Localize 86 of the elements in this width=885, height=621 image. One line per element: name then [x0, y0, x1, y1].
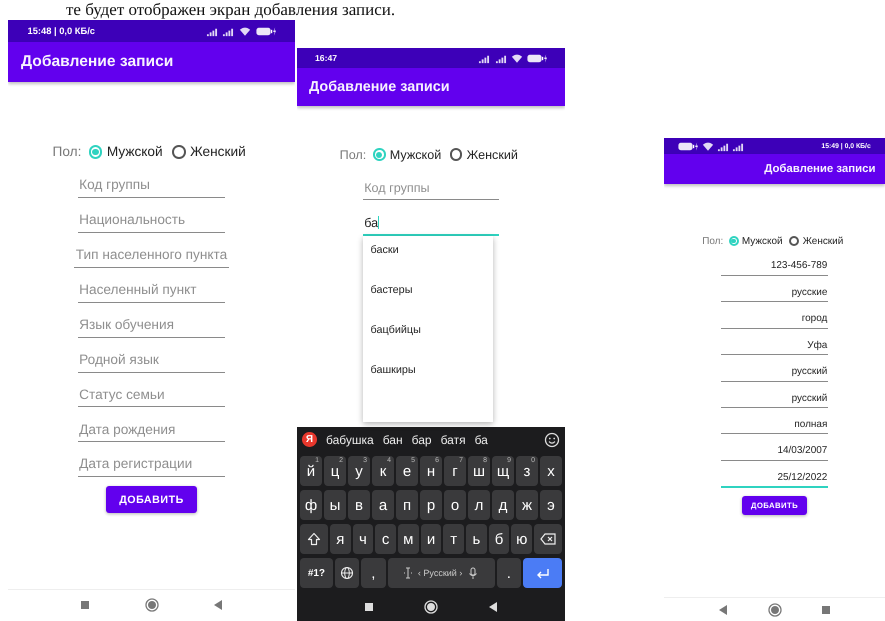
- word-suggestion[interactable]: бар: [412, 432, 432, 447]
- radio-button[interactable]: [372, 148, 386, 161]
- dropdown-item[interactable]: бацбийцы: [362, 316, 493, 356]
- keyboard-key[interactable]: ч: [352, 524, 374, 554]
- keyboard-key[interactable]: л: [468, 490, 490, 520]
- input-field[interactable]: русский: [720, 390, 828, 408]
- keyboard-key[interactable]: ь: [466, 524, 487, 554]
- input-field[interactable]: полная: [720, 416, 828, 434]
- battery-icon: [678, 142, 698, 151]
- field-label: Пол:: [52, 144, 82, 160]
- battery-icon: [256, 26, 276, 36]
- radio-button[interactable]: [789, 236, 800, 246]
- input-field[interactable]: 123-456-789: [720, 257, 828, 276]
- keyboard-key[interactable]: э: [540, 490, 562, 520]
- recents-square-icon[interactable]: [364, 602, 374, 612]
- backspace-key[interactable]: [534, 524, 562, 554]
- backspace-icon: [540, 532, 556, 546]
- wifi-icon: [510, 52, 523, 64]
- dropdown-item[interactable]: башкиры: [362, 356, 493, 396]
- status-time: 15:48 | 0,0 КБ/с: [28, 26, 96, 36]
- globe-icon: [340, 566, 354, 580]
- enter-key[interactable]: [523, 558, 562, 588]
- text-cursor: [378, 216, 380, 229]
- enter-icon: [535, 566, 550, 580]
- shift-icon: [306, 532, 321, 546]
- keyboard-key[interactable]: ,: [361, 558, 386, 588]
- keyboard-key[interactable]: о: [444, 490, 466, 520]
- emoji-icon[interactable]: [544, 432, 560, 448]
- keyboard-logo[interactable]: Я: [302, 432, 317, 448]
- input-field[interactable]: 25/12/2022: [720, 468, 828, 488]
- word-suggestion[interactable]: бабушка: [326, 432, 374, 447]
- field-label: Пол:: [702, 236, 724, 247]
- radio-label: Мужской: [390, 148, 442, 162]
- input-field[interactable]: 14/03/2007: [720, 442, 828, 461]
- keyboard-key[interactable]: с: [375, 524, 396, 554]
- keyboard-key[interactable]: ж: [516, 490, 538, 520]
- input-field[interactable]: город: [720, 310, 828, 329]
- text-cursor-icon: [404, 566, 412, 580]
- dropdown-item[interactable]: бастеры: [362, 276, 493, 316]
- space-key[interactable]: ‹ Русский ›: [388, 558, 495, 588]
- keyboard-key[interactable]: .: [496, 558, 522, 588]
- keyboard-key[interactable]: я: [330, 524, 351, 554]
- status-time: 16:47: [315, 53, 338, 64]
- radio-label: Женский: [466, 148, 518, 162]
- keyboard-key[interactable]: х: [540, 456, 562, 486]
- radio-button[interactable]: [88, 145, 102, 159]
- keyboard-key[interactable]: д: [492, 490, 514, 520]
- battery-icon: [527, 54, 547, 63]
- back-triangle-icon[interactable]: [488, 600, 498, 613]
- wifi-icon: [702, 140, 714, 152]
- field-label: Пол:: [340, 148, 366, 162]
- add-button[interactable]: ДОБАВИТЬ: [106, 486, 197, 513]
- radio-label: Мужской: [742, 236, 783, 247]
- keyboard-key[interactable]: в: [348, 490, 370, 520]
- keyboard-key[interactable]: р: [420, 490, 442, 520]
- keyboard-key[interactable]: ф: [300, 490, 322, 520]
- word-suggestion[interactable]: батя: [440, 432, 466, 447]
- keyboard-key[interactable]: а: [372, 490, 394, 520]
- keyboard-key[interactable]: ю: [511, 524, 532, 554]
- microphone-icon: [468, 566, 478, 580]
- keyboard-key[interactable]: #1?: [300, 558, 333, 588]
- shift-key[interactable]: [300, 524, 328, 554]
- radio-label: Мужской: [106, 144, 163, 160]
- input-field[interactable]: русские: [720, 284, 828, 302]
- radio-button[interactable]: [728, 236, 739, 246]
- radio-button[interactable]: [450, 148, 462, 161]
- dropdown-item[interactable]: баски: [362, 236, 493, 276]
- radio-button[interactable]: [172, 145, 186, 159]
- keyboard-key[interactable]: ы: [324, 490, 346, 520]
- app-bar-title: Добавление записи: [309, 78, 450, 95]
- app-bar-title: Добавление записи: [21, 53, 174, 72]
- keyboard-key[interactable]: м: [398, 524, 419, 554]
- caption-text: те будет отображен экран добавления записи.: [66, 0, 396, 19]
- word-suggestion[interactable]: бан: [382, 432, 403, 447]
- input-field[interactable]: русский: [720, 363, 828, 382]
- keyboard-key[interactable]: п: [396, 490, 418, 520]
- app-bar-title: Добавление записи: [764, 162, 876, 175]
- input-field[interactable]: Уфа: [720, 336, 828, 356]
- radio-label: Женский: [190, 144, 246, 160]
- keyboard-key[interactable]: т: [443, 524, 464, 554]
- language-key[interactable]: [334, 558, 360, 588]
- keyboard-key[interactable]: и: [420, 524, 442, 554]
- word-suggestion[interactable]: ба: [474, 432, 488, 447]
- radio-label: Женский: [802, 236, 844, 247]
- wifi-icon: [238, 26, 251, 37]
- keyboard-key[interactable]: б: [488, 524, 510, 554]
